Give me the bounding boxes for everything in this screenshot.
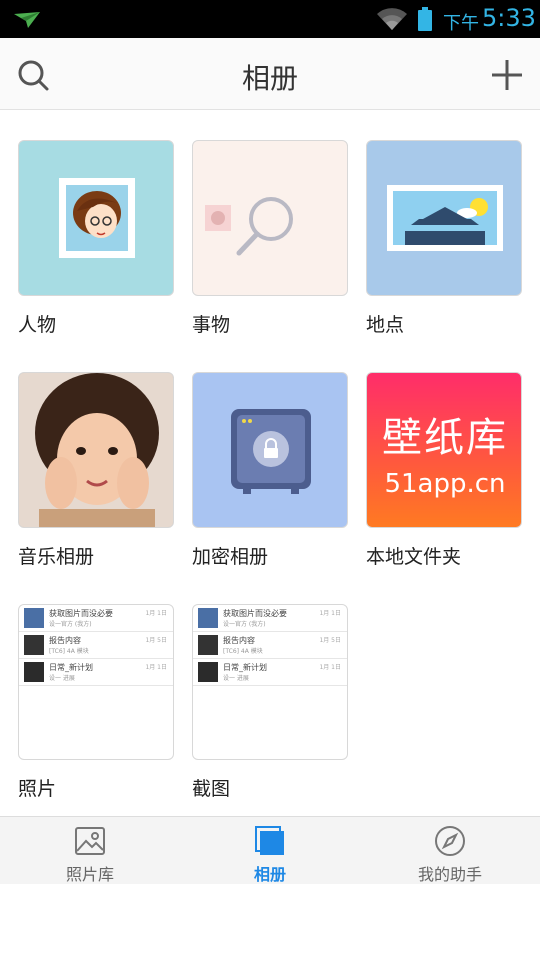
album-encrypted[interactable]: 加密相册 (192, 372, 348, 569)
album-screenshots[interactable]: 获取图片而没必要 设一官方 (我方) 1月 1日 报告内容 [TC6] 4A 模… (192, 604, 348, 801)
nav-label: 相册 (253, 865, 286, 884)
mini-title: 报告内容 (49, 636, 81, 645)
album-label: 地点 (366, 314, 405, 336)
app-bar: 相册 (0, 38, 540, 110)
list-item: 报告内容 [TC6] 4A 模块 1月 5日 (19, 632, 173, 659)
mini-date: 1月 1日 (145, 664, 167, 671)
album-photos-thumb: 获取图片而没必要 设一官方 (我方) 1月 1日 报告内容 [TC6] 4A 模… (18, 604, 174, 760)
list-item: 获取图片而没必要 设一官方 (我方) 1月 1日 (193, 605, 347, 632)
magnifier-icon (205, 197, 293, 256)
avatar (24, 635, 44, 655)
album-icon (255, 826, 284, 855)
child-photo (19, 373, 173, 527)
page-title: 相册 (241, 62, 298, 95)
image-icon (75, 827, 105, 855)
compass-icon (435, 826, 465, 856)
bottom-nav: 照片库 相册 我的助手 (0, 816, 540, 884)
album-grid: 人物 事物 地点 音乐相册 加密相册 壁纸库 51app.cn 本地文件夹 获取… (0, 110, 540, 816)
add-icon[interactable] (490, 58, 524, 92)
avatar (198, 662, 218, 682)
list-item: 日常_新计划 设一 进展 1月 1日 (19, 659, 173, 686)
album-label: 本地文件夹 (366, 546, 462, 568)
safe-icon (231, 409, 311, 494)
album-label: 加密相册 (192, 546, 269, 568)
avatar (198, 608, 218, 628)
album-music[interactable]: 音乐相册 (18, 372, 174, 569)
tab-albums[interactable]: 相册 (180, 817, 360, 885)
mini-date: 1月 5日 (319, 637, 341, 644)
tab-photo-library[interactable]: 照片库 (0, 817, 180, 885)
list-item: 日常_新计划 设一 进展 1月 1日 (193, 659, 347, 686)
status-ampm: 下午 (443, 13, 479, 34)
tab-my-assistant[interactable]: 我的助手 (360, 817, 540, 885)
album-things-thumb (192, 140, 348, 296)
mini-sub: [TC6] 4A 模块 (49, 648, 89, 655)
mini-title: 日常_新计划 (49, 663, 93, 672)
wifi-icon (377, 8, 407, 31)
album-label: 照片 (18, 778, 57, 800)
album-label: 事物 (192, 314, 231, 336)
portrait-icon (59, 178, 135, 258)
mini-date: 1月 1日 (319, 664, 341, 671)
album-encrypted-thumb (192, 372, 348, 528)
album-music-thumb (18, 372, 174, 528)
mini-title: 报告内容 (223, 636, 255, 645)
mini-sub: 设一官方 (我方) (49, 621, 92, 628)
paper-plane-icon (14, 12, 40, 28)
battery-icon (418, 7, 432, 31)
album-local-folder[interactable]: 壁纸库 51app.cn 本地文件夹 (366, 372, 522, 569)
album-local-folder-thumb: 壁纸库 51app.cn (366, 372, 522, 528)
avatar (24, 608, 44, 628)
wallpaper-logo-text: 壁纸库 (382, 415, 508, 461)
mini-sub: 设一 进展 (49, 675, 75, 682)
mini-sub: [TC6] 4A 模块 (223, 648, 263, 655)
mini-date: 1月 1日 (145, 610, 167, 617)
album-screenshots-thumb: 获取图片而没必要 设一官方 (我方) 1月 1日 报告内容 [TC6] 4A 模… (192, 604, 348, 760)
avatar (24, 662, 44, 682)
mini-title: 获取图片而没必要 (223, 609, 287, 618)
list-item: 报告内容 [TC6] 4A 模块 1月 5日 (193, 632, 347, 659)
album-photos[interactable]: 获取图片而没必要 设一官方 (我方) 1月 1日 报告内容 [TC6] 4A 模… (18, 604, 174, 801)
list-item: 获取图片而没必要 设一官方 (我方) 1月 1日 (19, 605, 173, 632)
album-people[interactable]: 人物 (18, 140, 174, 337)
album-label: 人物 (18, 314, 57, 336)
landscape-icon (387, 185, 503, 251)
mini-title: 获取图片而没必要 (49, 609, 113, 618)
status-bar: 下午 5:33 (0, 0, 540, 38)
mini-sub: 设一官方 (我方) (223, 621, 266, 628)
album-label: 截图 (192, 778, 231, 800)
album-label: 音乐相册 (18, 546, 95, 568)
nav-label: 照片库 (65, 865, 114, 884)
album-places-thumb (366, 140, 522, 296)
avatar (198, 635, 218, 655)
album-places[interactable]: 地点 (366, 140, 522, 337)
wallpaper-site-text: 51app.cn (384, 469, 506, 499)
mini-title: 日常_新计划 (223, 663, 267, 672)
nav-label: 我的助手 (417, 865, 482, 884)
album-things[interactable]: 事物 (192, 140, 348, 337)
status-time: 5:33 (482, 4, 536, 32)
mini-date: 1月 1日 (319, 610, 341, 617)
album-people-thumb (18, 140, 174, 296)
mini-sub: 设一 进展 (223, 675, 249, 682)
mini-date: 1月 5日 (145, 637, 167, 644)
